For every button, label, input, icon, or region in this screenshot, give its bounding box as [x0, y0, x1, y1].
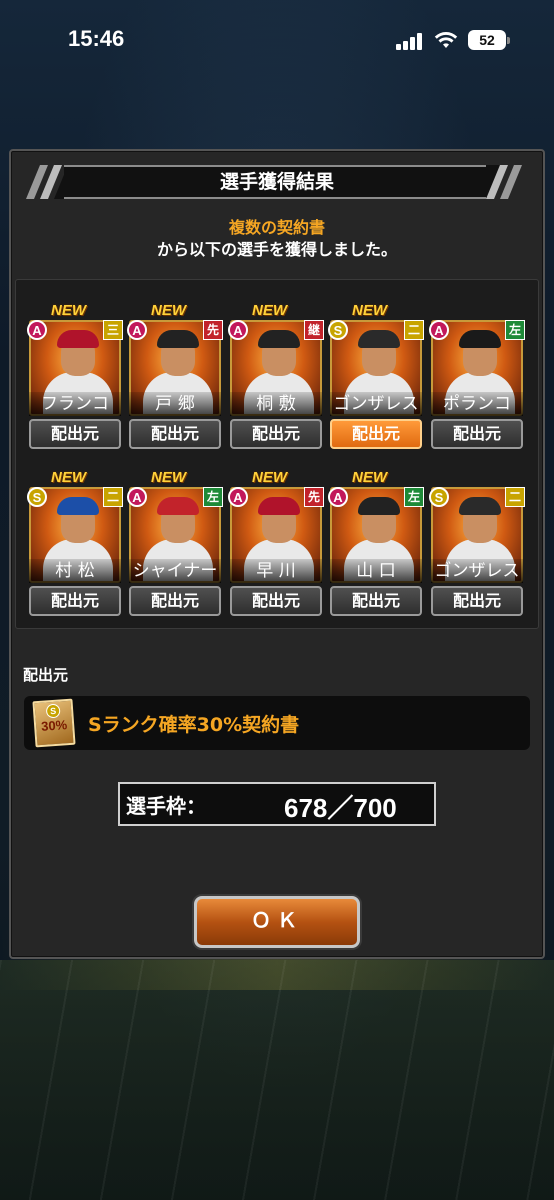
source-button[interactable]: 配出元 — [431, 586, 523, 616]
position-badge: 二 — [103, 487, 123, 507]
source-button[interactable]: 配出元 — [330, 419, 422, 449]
rank-badge: S — [27, 487, 47, 507]
player-name: 山 口 — [330, 559, 422, 583]
player-name: シャイナー — [129, 559, 221, 583]
player-name: 早 川 — [230, 559, 322, 583]
player-cap — [258, 497, 300, 515]
cellular-signal-icon — [396, 32, 424, 50]
source-button[interactable]: 配出元 — [230, 419, 322, 449]
new-badge: NEW — [151, 469, 186, 486]
new-badge: NEW — [151, 302, 186, 319]
player-cap — [358, 497, 400, 515]
new-badge: NEW — [51, 302, 86, 319]
player-cap — [157, 497, 199, 515]
battery-icon: 52 — [468, 30, 510, 50]
status-bar: 15:46 52 — [0, 0, 554, 84]
player-name: 桐 敷 — [230, 392, 322, 416]
ticket-percent: 30% — [40, 717, 68, 734]
rank-badge: A — [127, 487, 147, 507]
player-cap — [358, 330, 400, 348]
player-name: フランコ — [29, 392, 121, 416]
player-cap — [459, 497, 501, 515]
position-badge: 左 — [404, 487, 424, 507]
source-button[interactable]: 配出元 — [431, 419, 523, 449]
title-stripe-left-icon — [26, 165, 68, 199]
dialog-title: 選手獲得結果 — [64, 165, 490, 199]
new-badge: NEW — [352, 302, 387, 319]
player-card[interactable]: 村 松 NEW S 二配出元 — [27, 467, 123, 616]
player-cap — [57, 330, 99, 348]
source-button[interactable]: 配出元 — [230, 586, 322, 616]
rank-badge: A — [27, 320, 47, 340]
player-cap — [157, 330, 199, 348]
player-cap — [258, 330, 300, 348]
source-button[interactable]: 配出元 — [129, 419, 221, 449]
contract-ticket-icon: S 30% — [32, 698, 76, 748]
rank-badge: A — [127, 320, 147, 340]
player-card[interactable]: シャイナー NEW A 左配出元 — [127, 467, 223, 616]
player-card[interactable]: 早 川 NEW A 先配出元 — [228, 467, 324, 616]
player-card[interactable]: ポランコ A 左配出元 — [429, 300, 525, 449]
player-name: 戸 郷 — [129, 392, 221, 416]
position-badge: 二 — [404, 320, 424, 340]
player-slot-label: 選手枠： — [126, 794, 206, 818]
message-highlight: 複数の契約書 — [228, 218, 325, 237]
field-background — [0, 960, 554, 1200]
position-badge: 左 — [203, 487, 223, 507]
player-cap — [57, 497, 99, 515]
ok-button[interactable]: ＯＫ — [194, 896, 360, 948]
source-button[interactable]: 配出元 — [330, 586, 422, 616]
position-badge: 三 — [103, 320, 123, 340]
source-item-name: Sランク確率30%契約書 — [88, 714, 300, 736]
rank-badge: A — [429, 320, 449, 340]
player-card[interactable]: 山 口 NEW A 左配出元 — [328, 467, 424, 616]
player-card[interactable]: 戸 郷 NEW A 先配出元 — [127, 300, 223, 449]
player-card[interactable]: 桐 敷 NEW A 継配出元 — [228, 300, 324, 449]
player-card[interactable]: フランコ NEW A 三配出元 — [27, 300, 123, 449]
title-stripe-right-icon — [486, 165, 522, 199]
player-card[interactable]: ゴンザレス S 二配出元 — [429, 467, 525, 616]
message-body: から以下の選手を獲得しました。 — [156, 240, 397, 259]
player-cap — [459, 330, 501, 348]
player-name: ゴンザレス — [431, 559, 523, 583]
position-badge: 先 — [304, 487, 324, 507]
position-badge: 左 — [505, 320, 525, 340]
rank-badge: S — [429, 487, 449, 507]
new-badge: NEW — [352, 469, 387, 486]
new-badge: NEW — [51, 469, 86, 486]
player-slot-value: 678／700 — [284, 793, 397, 823]
player-name: ゴンザレス — [330, 392, 422, 416]
rank-badge: A — [228, 487, 248, 507]
player-name: 村 松 — [29, 559, 121, 583]
clock: 15:46 — [68, 26, 125, 51]
wifi-icon — [434, 32, 458, 48]
position-badge: 継 — [304, 320, 324, 340]
new-badge: NEW — [252, 302, 287, 319]
source-label: 配出元 — [23, 666, 69, 684]
source-button[interactable]: 配出元 — [29, 419, 121, 449]
source-button[interactable]: 配出元 — [29, 586, 121, 616]
rank-badge: A — [228, 320, 248, 340]
player-name: ポランコ — [431, 392, 523, 416]
source-button[interactable]: 配出元 — [129, 586, 221, 616]
new-badge: NEW — [252, 469, 287, 486]
player-card[interactable]: ゴンザレス NEW S 二配出元 — [328, 300, 424, 449]
position-badge: 二 — [505, 487, 525, 507]
ticket-rank-badge: S — [45, 703, 61, 719]
rank-badge: S — [328, 320, 348, 340]
rank-badge: A — [328, 487, 348, 507]
position-badge: 先 — [203, 320, 223, 340]
